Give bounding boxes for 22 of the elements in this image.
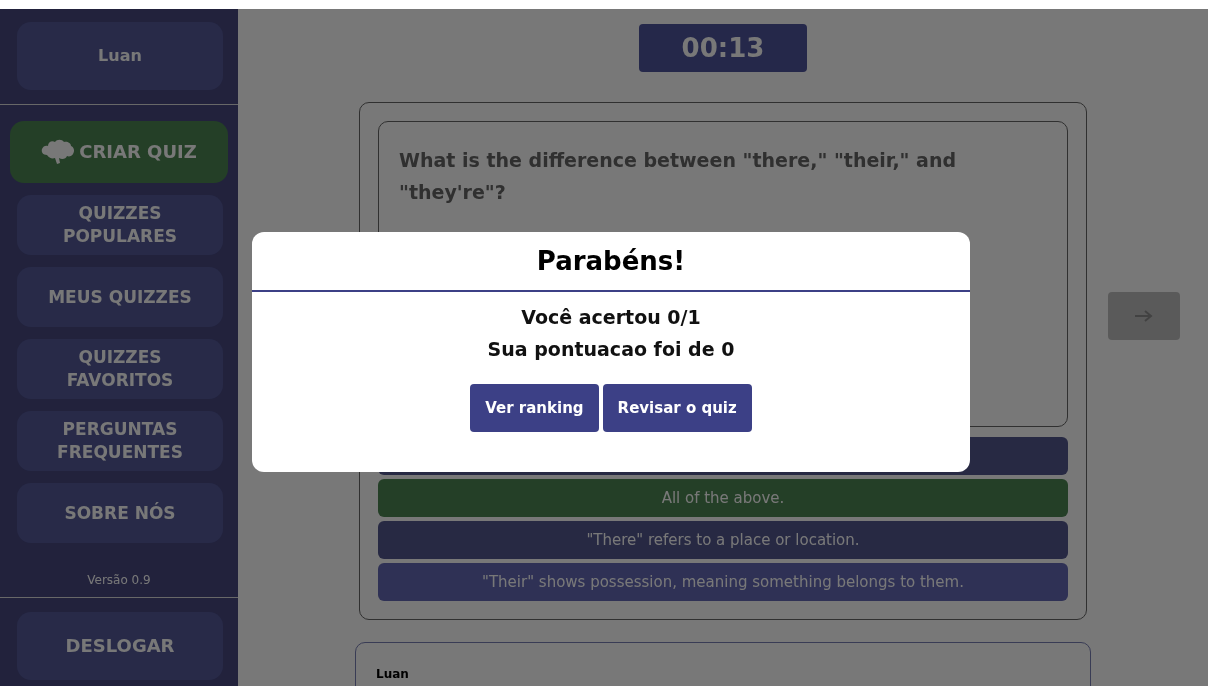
sidebar-item[interactable]: PERGUNTAS FREQUENTES — [17, 411, 223, 471]
timer: 00:13 — [639, 24, 807, 72]
dialog-button[interactable]: Ver ranking — [470, 384, 599, 432]
brain-icon — [41, 139, 76, 165]
sidebar-item[interactable]: QUIZZES FAVORITOS — [17, 339, 223, 399]
result-text: Você acertou 0/1 — [521, 306, 701, 328]
answer-option[interactable]: All of the above. — [378, 479, 1068, 517]
arrow-right-icon — [1133, 309, 1155, 323]
comment-author: Luan — [376, 667, 409, 681]
dialog-button[interactable]: Revisar o quiz — [602, 384, 752, 432]
sidebar-item[interactable]: MEUS QUIZZES — [17, 267, 223, 327]
sidebar-item[interactable]: QUIZZES POPULARES — [17, 195, 223, 255]
user-name-card[interactable]: Luan — [17, 22, 223, 90]
question-text: What is the difference between "there," "their," and "they're"? — [399, 148, 958, 206]
answer-option[interactable]: "Their" shows possession, meaning something belongs to them. — [378, 563, 1068, 601]
sidebar-item[interactable]: SOBRE NÓS — [17, 483, 223, 543]
create-quiz-button[interactable]: CRIAR QUIZ — [10, 121, 228, 183]
version-label: Versão 0.9 — [87, 573, 151, 589]
logout-button[interactable]: DESLOGAR — [17, 612, 223, 680]
answer-option[interactable]: "There" refers to a place or location. — [378, 521, 1068, 559]
result-text: Sua pontuacao foi de 0 — [487, 338, 735, 360]
dialog-title: Parabéns! — [536, 245, 686, 278]
